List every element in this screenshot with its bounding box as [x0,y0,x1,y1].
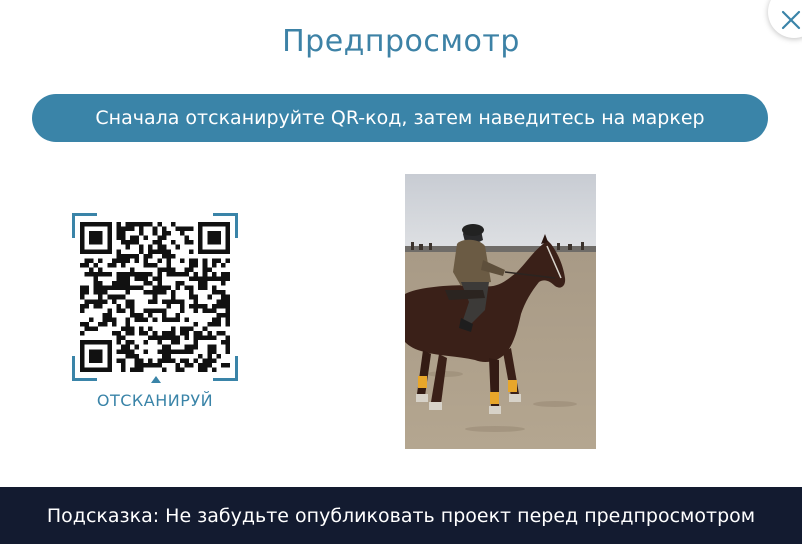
qr-scan-label: ОТСКАНИРУЙ [96,391,214,410]
preview-modal: Предпросмотр Сначала отсканируйте QR-код… [0,0,802,544]
marker-image [405,174,596,449]
instruction-banner: Сначала отсканируйте QR-код, затем навед… [32,94,768,142]
hint-bar: Подсказка: Не забудьте опубликовать прое… [0,487,802,544]
qr-code-frame [72,213,238,381]
modal-title: Предпросмотр [282,24,520,59]
qr-pointer-arrow [151,376,161,383]
qr-code-image [80,222,230,372]
